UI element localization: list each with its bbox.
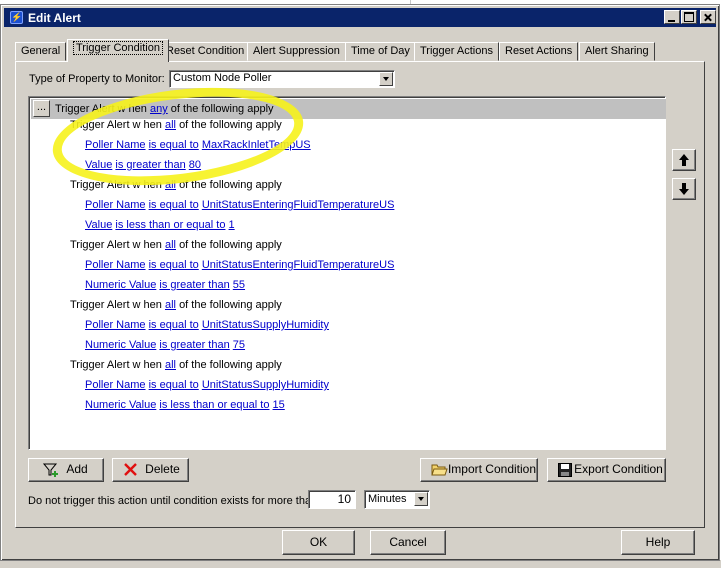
arrow-up-icon	[679, 154, 689, 166]
condition-field-link[interactable]: Numeric Value	[85, 399, 156, 411]
condition-row[interactable]: Poller Name is equal to UnitStatusEnteri…	[85, 257, 394, 273]
condition-value-link[interactable]: 75	[233, 339, 245, 351]
condition-group-row[interactable]: Trigger Alert w hen all of the following…	[70, 237, 282, 253]
import-condition-button[interactable]: Import Condition	[420, 458, 538, 482]
condition-group-row[interactable]: Trigger Alert w hen all of the following…	[70, 357, 282, 373]
alert-app-icon: ⚡	[10, 11, 23, 24]
property-type-select[interactable]: Custom Node Poller	[169, 70, 395, 88]
condition-comparison-link[interactable]: is equal to	[149, 259, 199, 271]
duration-unit-value: Minutes	[368, 493, 407, 505]
floppy-disk-icon	[558, 463, 572, 477]
move-down-button[interactable]	[672, 178, 696, 200]
condition-field-link[interactable]: Numeric Value	[85, 339, 156, 351]
folder-open-icon	[431, 464, 448, 476]
condition-row[interactable]: Poller Name is equal to UnitStatusSupply…	[85, 317, 329, 333]
move-up-button[interactable]	[672, 149, 696, 171]
minimize-button[interactable]	[664, 10, 680, 24]
condition-row[interactable]: Numeric Value is less than or equal to 1…	[85, 397, 285, 413]
close-button[interactable]	[700, 10, 716, 24]
ok-button[interactable]: OK	[282, 530, 355, 555]
property-type-label: Type of Property to Monitor:	[29, 73, 165, 85]
delete-button[interactable]: Delete	[112, 458, 189, 482]
condition-field-link[interactable]: Poller Name	[85, 199, 146, 211]
property-type-value: Custom Node Poller	[173, 72, 272, 84]
tab-trigger-actions[interactable]: Trigger Actions	[414, 42, 499, 61]
condition-value-link[interactable]: 15	[273, 399, 285, 411]
group-operator-link[interactable]: all	[165, 299, 176, 311]
condition-value-link[interactable]: UnitStatusEnteringFluidTemperatureUS	[202, 259, 395, 271]
group-operator-link[interactable]: all	[165, 359, 176, 371]
condition-row[interactable]: Value is less than or equal to 1	[85, 217, 235, 233]
condition-group-row[interactable]: Trigger Alert w hen all of the following…	[70, 297, 282, 313]
help-button[interactable]: Help	[621, 530, 695, 555]
maximize-button[interactable]	[681, 10, 697, 24]
group-operator-link[interactable]: all	[165, 239, 176, 251]
export-condition-button[interactable]: Export Condition	[547, 458, 666, 482]
chevron-down-icon[interactable]	[379, 72, 393, 86]
background-taskbar-strip	[0, 560, 721, 568]
tab-strip: General Trigger Condition Reset Conditio…	[15, 39, 715, 62]
tab-general[interactable]: General	[15, 42, 67, 61]
title-bar[interactable]: ⚡ Edit Alert	[4, 8, 716, 27]
condition-row[interactable]: Numeric Value is greater than 55	[85, 277, 245, 293]
tab-reset-actions[interactable]: Reset Actions	[499, 42, 579, 61]
tab-trigger-condition[interactable]: Trigger Condition	[67, 39, 169, 62]
condition-field-link[interactable]: Poller Name	[85, 379, 146, 391]
condition-comparison-link[interactable]: is equal to	[149, 319, 199, 331]
duration-unit-select[interactable]: Minutes	[364, 490, 430, 509]
tab-alert-suppression[interactable]: Alert Suppression	[247, 42, 346, 61]
tab-alert-sharing[interactable]: Alert Sharing	[579, 42, 655, 61]
condition-row[interactable]: Poller Name is equal to UnitStatusEnteri…	[85, 197, 394, 213]
arrow-down-icon	[679, 183, 689, 195]
root-options-button[interactable]: ...	[33, 100, 50, 117]
duration-value-input[interactable]: 10	[308, 490, 356, 509]
condition-row[interactable]: Poller Name is equal to UnitStatusSupply…	[85, 377, 329, 393]
condition-value-link[interactable]: UnitStatusSupplyHumidity	[202, 379, 329, 391]
add-condition-icon	[43, 463, 58, 477]
condition-value-link[interactable]: 55	[233, 279, 245, 291]
cancel-button[interactable]: Cancel	[370, 530, 446, 555]
condition-field-link[interactable]: Poller Name	[85, 319, 146, 331]
condition-row[interactable]: Numeric Value is greater than 75	[85, 337, 245, 353]
chevron-down-icon[interactable]	[414, 492, 428, 506]
condition-field-link[interactable]: Value	[85, 219, 112, 231]
add-button[interactable]: Add	[28, 458, 104, 482]
condition-comparison-link[interactable]: is greater than	[159, 339, 229, 351]
tab-time-of-day[interactable]: Time of Day	[345, 42, 416, 61]
condition-comparison-link[interactable]: is equal to	[149, 199, 199, 211]
condition-value-link[interactable]: UnitStatusEnteringFluidTemperatureUS	[202, 199, 395, 211]
window-title: Edit Alert	[28, 11, 81, 25]
condition-field-link[interactable]: Poller Name	[85, 259, 146, 271]
red-x-icon	[124, 463, 137, 476]
tab-reset-condition[interactable]: Reset Condition	[160, 42, 251, 61]
condition-value-link[interactable]: 1	[229, 219, 235, 231]
duration-label: Do not trigger this action until conditi…	[28, 495, 318, 507]
condition-comparison-link[interactable]: is less than or equal to	[159, 399, 269, 411]
condition-field-link[interactable]: Numeric Value	[85, 279, 156, 291]
condition-comparison-link[interactable]: is greater than	[159, 279, 229, 291]
condition-value-link[interactable]: UnitStatusSupplyHumidity	[202, 319, 329, 331]
condition-comparison-link[interactable]: is less than or equal to	[115, 219, 225, 231]
condition-comparison-link[interactable]: is equal to	[149, 379, 199, 391]
